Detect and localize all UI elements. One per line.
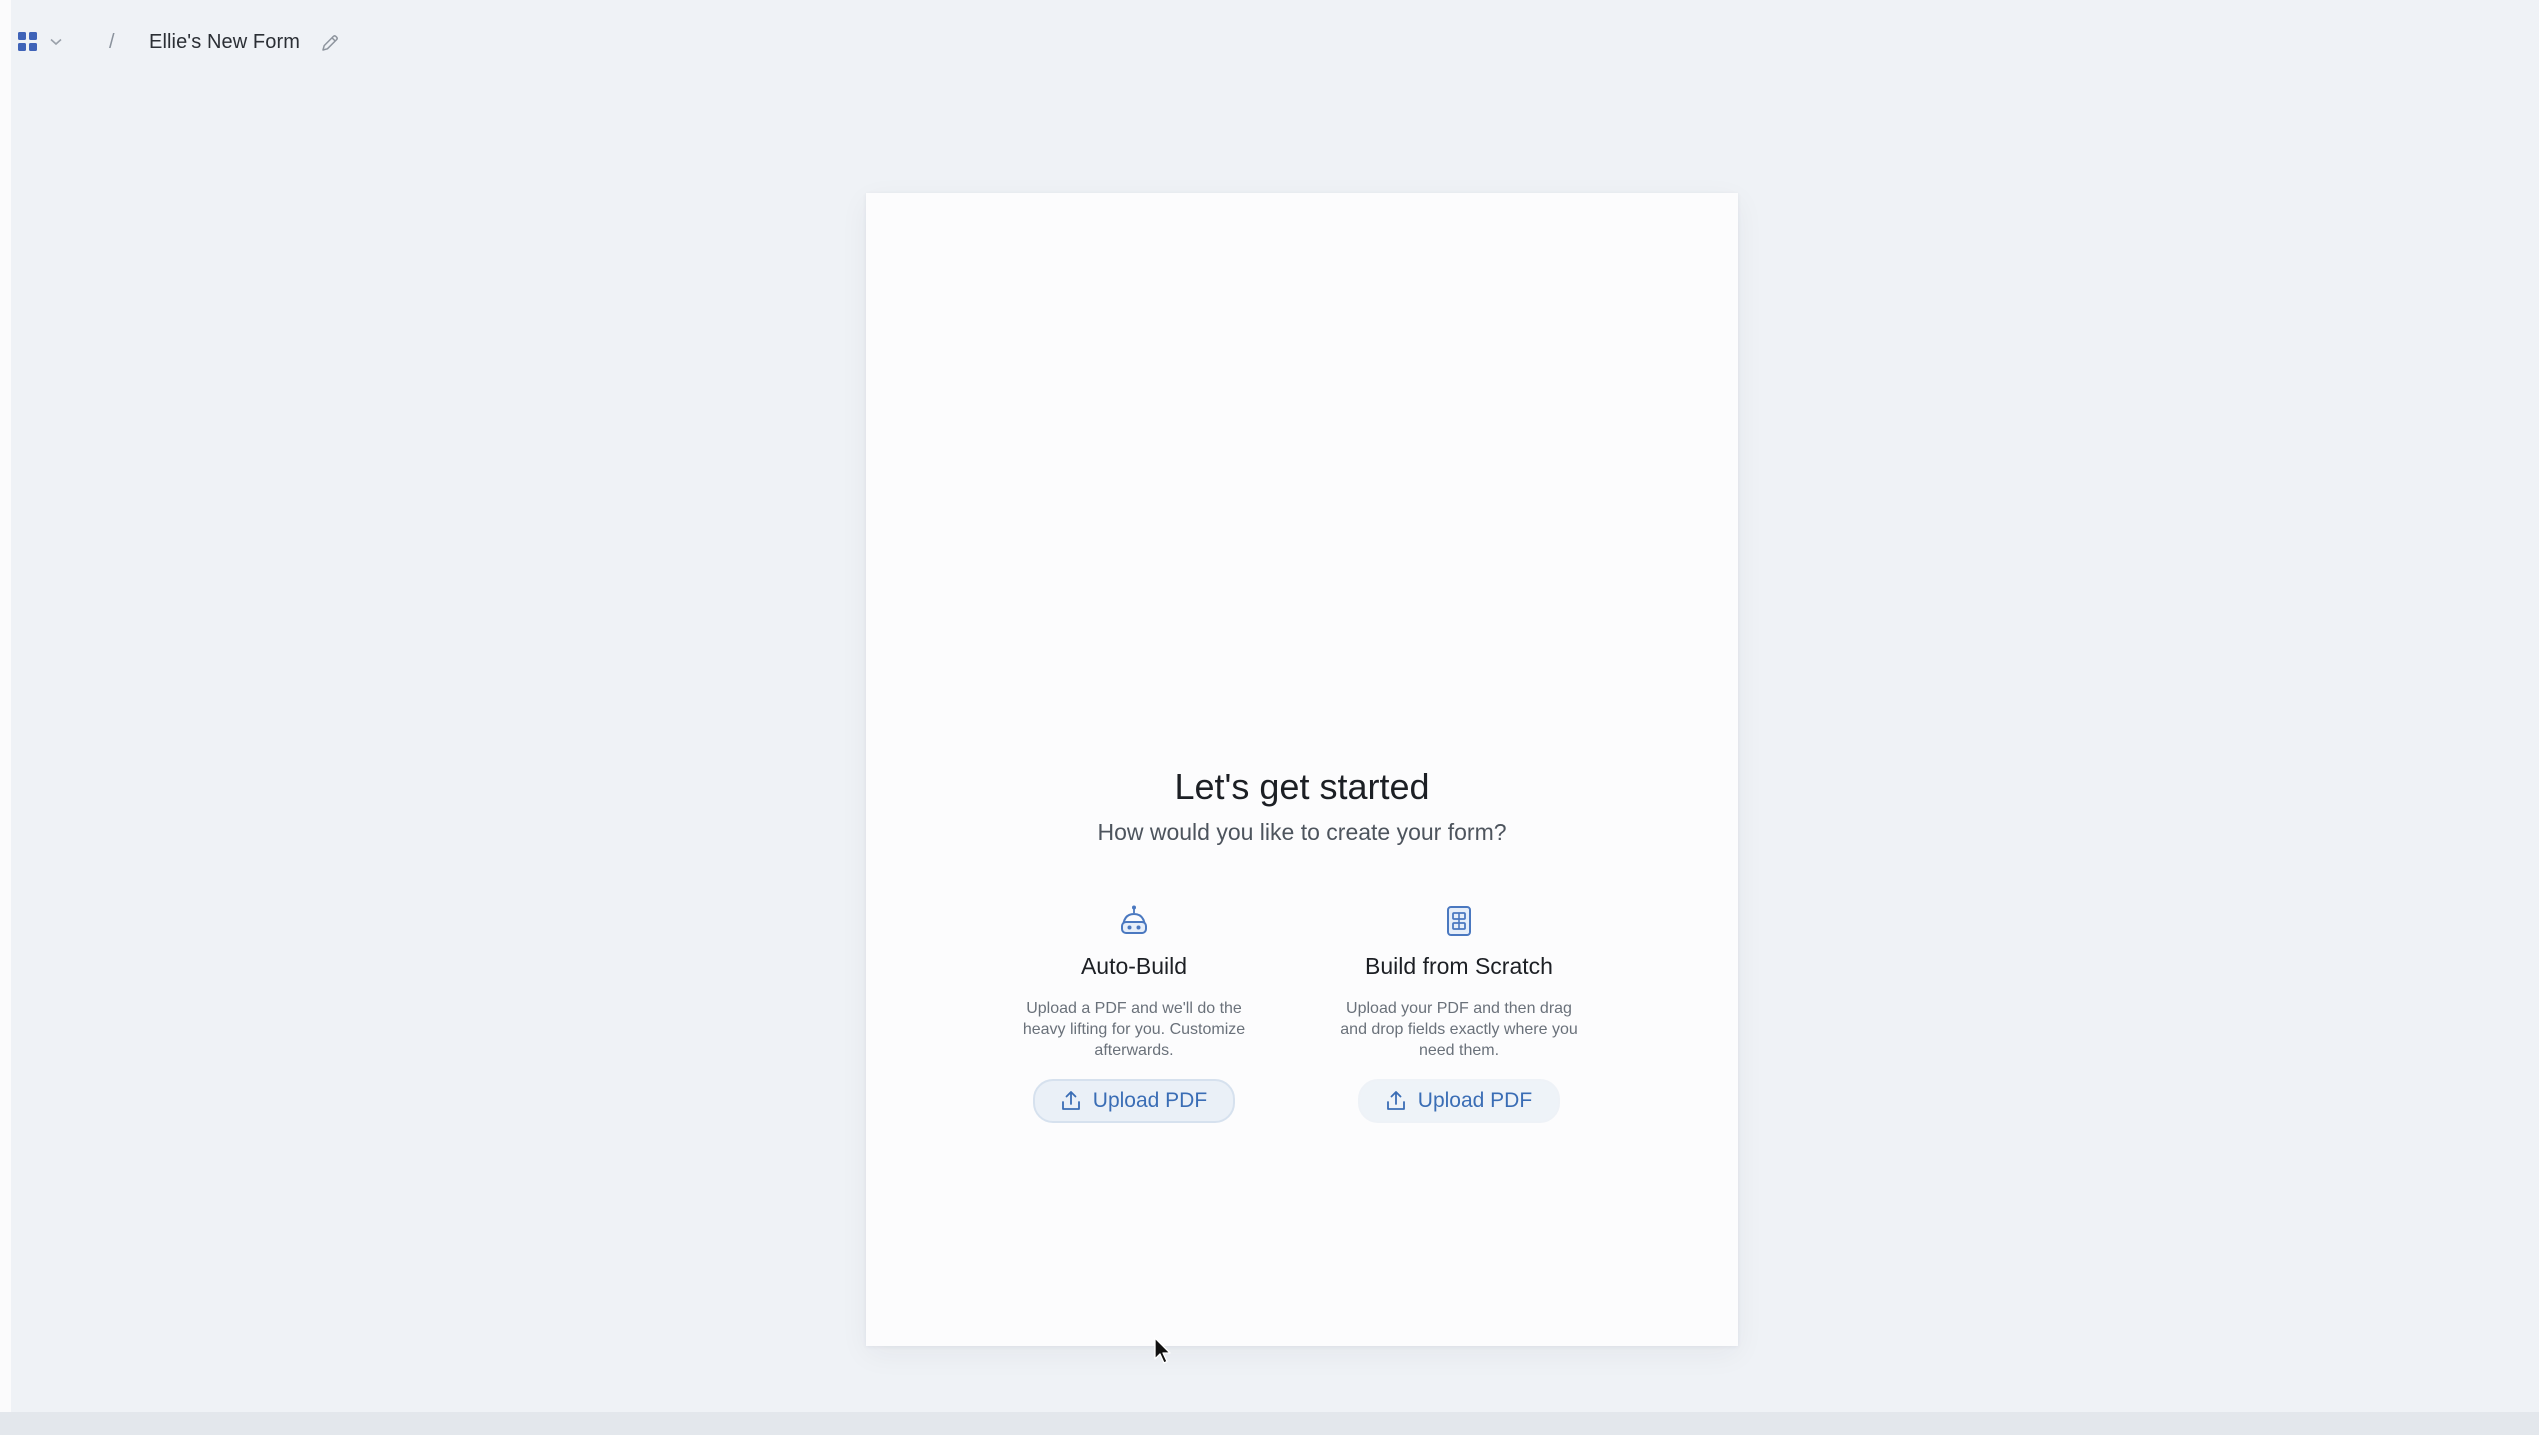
build-from-scratch-description: Upload your PDF and then drag and drop f… xyxy=(1340,1000,1578,1059)
build-from-scratch-title: Build from Scratch xyxy=(1365,953,1553,979)
chevron-down-icon xyxy=(50,38,62,46)
build-from-scratch-option: Build from Scratch Upload your PDF and t… xyxy=(1324,905,1594,1123)
page-title: Let's get started xyxy=(1174,766,1430,807)
bottom-band xyxy=(0,1412,2539,1435)
build-from-scratch-upload-button[interactable]: Upload PDF xyxy=(1357,1079,1561,1123)
window-edge xyxy=(0,0,11,1435)
auto-build-title: Auto-Build xyxy=(1080,953,1188,979)
pencil-icon xyxy=(322,35,338,51)
upload-button-label: Upload PDF xyxy=(1092,1089,1208,1112)
robot-icon xyxy=(1121,905,1147,934)
apps-grid-icon xyxy=(18,32,37,51)
auto-build-description: Upload a PDF and we'll do the heavy lift… xyxy=(1022,1000,1246,1059)
upload-button-label: Upload PDF xyxy=(1417,1089,1533,1112)
form-title[interactable]: Ellie's New Form xyxy=(149,31,300,54)
app-switcher-button[interactable] xyxy=(18,32,62,52)
form-canvas: Let's get started How would you like to … xyxy=(866,193,1738,1346)
upload-icon xyxy=(1061,1091,1080,1110)
mouse-cursor-icon xyxy=(1154,1337,1171,1364)
upload-icon xyxy=(1386,1091,1405,1110)
form-builder-icon xyxy=(1447,906,1471,936)
auto-build-option: Auto-Build Upload a PDF and we'll do the… xyxy=(999,905,1269,1123)
rename-form-button[interactable] xyxy=(320,33,340,58)
top-bar: / Ellie's New Form xyxy=(11,0,2539,88)
breadcrumb-separator: / xyxy=(109,31,115,53)
auto-build-upload-button[interactable]: Upload PDF xyxy=(1032,1079,1236,1123)
page-subtitle: How would you like to create your form? xyxy=(1097,819,1507,845)
